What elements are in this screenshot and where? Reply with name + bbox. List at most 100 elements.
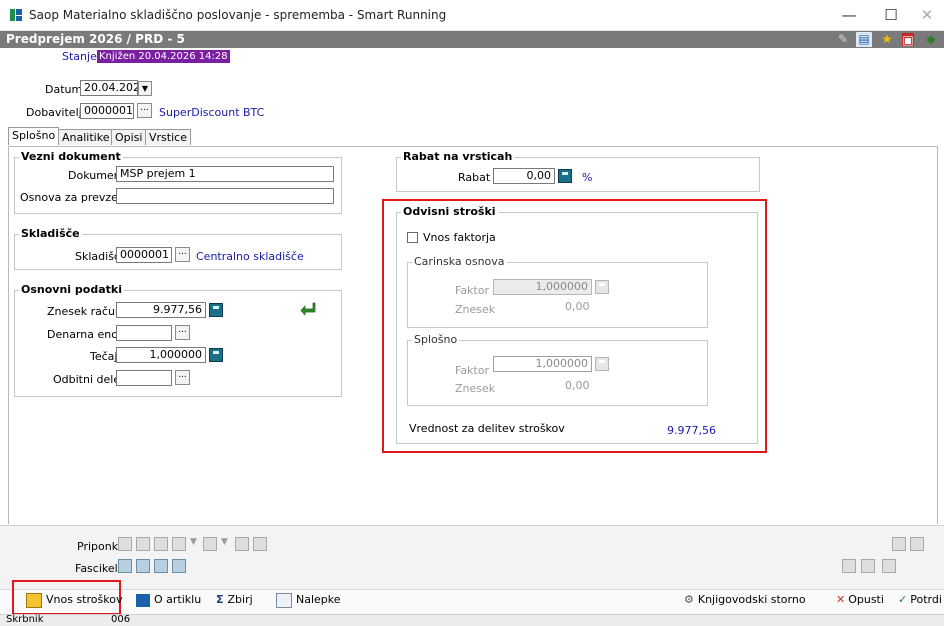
- window-title: Saop Materialno skladiščno poslovanje - …: [29, 8, 447, 22]
- fascikel-folder-icon[interactable]: [118, 559, 132, 573]
- attach-download-icon[interactable]: [910, 537, 924, 551]
- rabat-title: Rabat na vrsticah: [401, 150, 515, 163]
- denarna-enota-lookup-button[interactable]: ...: [175, 325, 190, 340]
- odvisni-stroski-title: Odvisni stroški: [401, 205, 498, 218]
- fascikel-archive-icon[interactable]: [136, 559, 150, 573]
- osnova-za-prevzem-label: Osnova za prevzem: [20, 191, 129, 204]
- tecaj-field[interactable]: 1,000000: [116, 347, 206, 363]
- carinska-osnova-group: Carinska osnova: [407, 255, 708, 328]
- fascikel-settings-icon[interactable]: [882, 559, 896, 573]
- odbitni-delez-label: Odbitni delež: [53, 373, 126, 386]
- fascikel-copy-icon[interactable]: [842, 559, 856, 573]
- odbitni-delez-lookup-button[interactable]: ...: [175, 370, 190, 385]
- rabat-unit: %: [582, 171, 593, 184]
- carinska-znesek-value: 0,00: [565, 300, 590, 313]
- fascikel-note-icon[interactable]: [861, 559, 875, 573]
- minimize-button[interactable]: —: [832, 4, 866, 26]
- tab-splosno[interactable]: Splošno: [8, 127, 60, 145]
- rabat-label: Rabat: [458, 171, 491, 184]
- attach-save-icon[interactable]: [253, 537, 267, 551]
- status-bar-label: Skrbnik: [6, 614, 44, 625]
- maximize-button[interactable]: ☐: [874, 4, 908, 26]
- tecaj-label: Tečaj: [90, 350, 118, 363]
- knjigovodski-storno-button[interactable]: ⚙ Knjigovodski storno: [684, 591, 806, 609]
- fascikel-list-icon[interactable]: [154, 559, 168, 573]
- knjigovodski-storno-label: Knjigovodski storno: [697, 593, 806, 606]
- info-icon: [136, 593, 150, 607]
- chevron-down-icon[interactable]: ▼: [221, 537, 228, 547]
- datum-label: Datum: [45, 83, 83, 96]
- attach-new-icon[interactable]: [118, 537, 132, 551]
- chevron-down-icon[interactable]: ▼: [190, 537, 197, 547]
- potrdi-button[interactable]: ✓ Potrdi: [898, 591, 942, 609]
- osnova-za-prevzem-field[interactable]: [116, 188, 334, 204]
- vrednost-za-delitev-value: 9.977,56: [667, 424, 716, 437]
- attach-link-icon[interactable]: [154, 537, 168, 551]
- attach-preview-icon[interactable]: [892, 537, 906, 551]
- attach-open-icon[interactable]: [136, 537, 150, 551]
- attach-import-icon[interactable]: [172, 537, 186, 551]
- tab-opisi[interactable]: Opisi: [111, 129, 147, 145]
- attachments-bar: [0, 525, 944, 590]
- edit-icon[interactable]: ✎: [835, 32, 851, 47]
- favorite-star-icon[interactable]: ★: [879, 32, 895, 47]
- potrdi-label: Potrdi: [910, 593, 942, 606]
- odbitni-delez-field[interactable]: [116, 370, 172, 386]
- tab-vrstice[interactable]: Vrstice: [145, 129, 191, 145]
- zbirj-button[interactable]: Σ Zbirj: [216, 591, 253, 609]
- gear-icon: ⚙: [684, 593, 694, 606]
- splosno-faktor-field[interactable]: 1,000000: [493, 356, 592, 372]
- o-artiklu-button[interactable]: O artiklu: [136, 591, 201, 609]
- skladisce-code-field[interactable]: 0000001: [116, 247, 172, 263]
- dokument-field[interactable]: MSP prejem 1: [116, 166, 334, 182]
- splosno-znesek-value: 0,00: [565, 379, 590, 392]
- opusti-button[interactable]: ✕ Opusti: [836, 591, 884, 609]
- dobavitelj-lookup-button[interactable]: ...: [137, 103, 152, 118]
- vrednost-za-delitev-label: Vrednost za delitev stroškov: [409, 422, 565, 435]
- attach-scan-icon[interactable]: [235, 537, 249, 551]
- fascikel-book-icon[interactable]: [172, 559, 186, 573]
- calculator-icon: [595, 280, 609, 294]
- rabat-field[interactable]: 0,00: [493, 168, 555, 184]
- nalepke-label: Nalepke: [296, 593, 341, 606]
- carinska-znesek-label: Znesek: [455, 303, 496, 316]
- vnos-faktorja-label: Vnos faktorja: [423, 231, 496, 244]
- vnos-faktorja-checkbox[interactable]: [407, 232, 418, 243]
- fascikel-label: Fascikel: [75, 562, 118, 575]
- osnovni-podatki-title: Osnovni podatki: [19, 283, 124, 296]
- dobavitelj-code-field[interactable]: 0000001: [80, 103, 134, 119]
- skladisce-name: Centralno skladišče: [196, 250, 304, 263]
- checkmark-icon: ✓: [898, 593, 908, 606]
- tab-analitike[interactable]: Analitike: [58, 129, 114, 145]
- export-icon[interactable]: ◆: [923, 32, 939, 47]
- denarna-enota-field[interactable]: [116, 325, 172, 341]
- calculator-icon[interactable]: [558, 169, 572, 183]
- status-bar: Skrbnik 006: [0, 614, 944, 626]
- znesek-racuna-field[interactable]: 9.977,56: [116, 302, 206, 318]
- date-dropdown-chevron-icon[interactable]: ▼: [138, 81, 152, 96]
- table-icon[interactable]: ▤: [856, 32, 872, 47]
- skladisce-lookup-button[interactable]: ...: [175, 247, 190, 262]
- carinska-faktor-field[interactable]: 1,000000: [493, 279, 592, 295]
- splosno-znesek-label: Znesek: [455, 382, 496, 395]
- recalculate-arrow-icon[interactable]: [300, 302, 316, 316]
- skladisce-title: Skladišče: [19, 227, 82, 240]
- odvisni-stroski-group: Odvisni stroški: [396, 205, 758, 444]
- vnos-stroskov-button[interactable]: Vnos stroškov: [26, 591, 122, 609]
- zbirj-label: Zbirj: [227, 593, 253, 606]
- pdf-icon[interactable]: ▣: [902, 33, 914, 47]
- close-button[interactable]: ✕: [910, 4, 944, 26]
- status-label: Stanje:: [62, 50, 101, 63]
- attach-edit-icon[interactable]: [203, 537, 217, 551]
- rabat-group: Rabat na vrsticah: [396, 150, 760, 192]
- nalepke-button[interactable]: Nalepke: [276, 591, 341, 609]
- dobavitelj-label: Dobavitelj: [26, 106, 82, 119]
- carinska-osnova-title: Carinska osnova: [412, 255, 507, 268]
- splosno-faktor-label: Faktor: [455, 364, 489, 377]
- calculator-icon: [595, 357, 609, 371]
- datum-field[interactable]: 20.04.2026: [80, 80, 138, 96]
- close-icon: ✕: [836, 593, 846, 606]
- calculator-icon[interactable]: [209, 303, 223, 317]
- calculator-icon[interactable]: [209, 348, 223, 362]
- sum-icon: Σ: [216, 593, 224, 606]
